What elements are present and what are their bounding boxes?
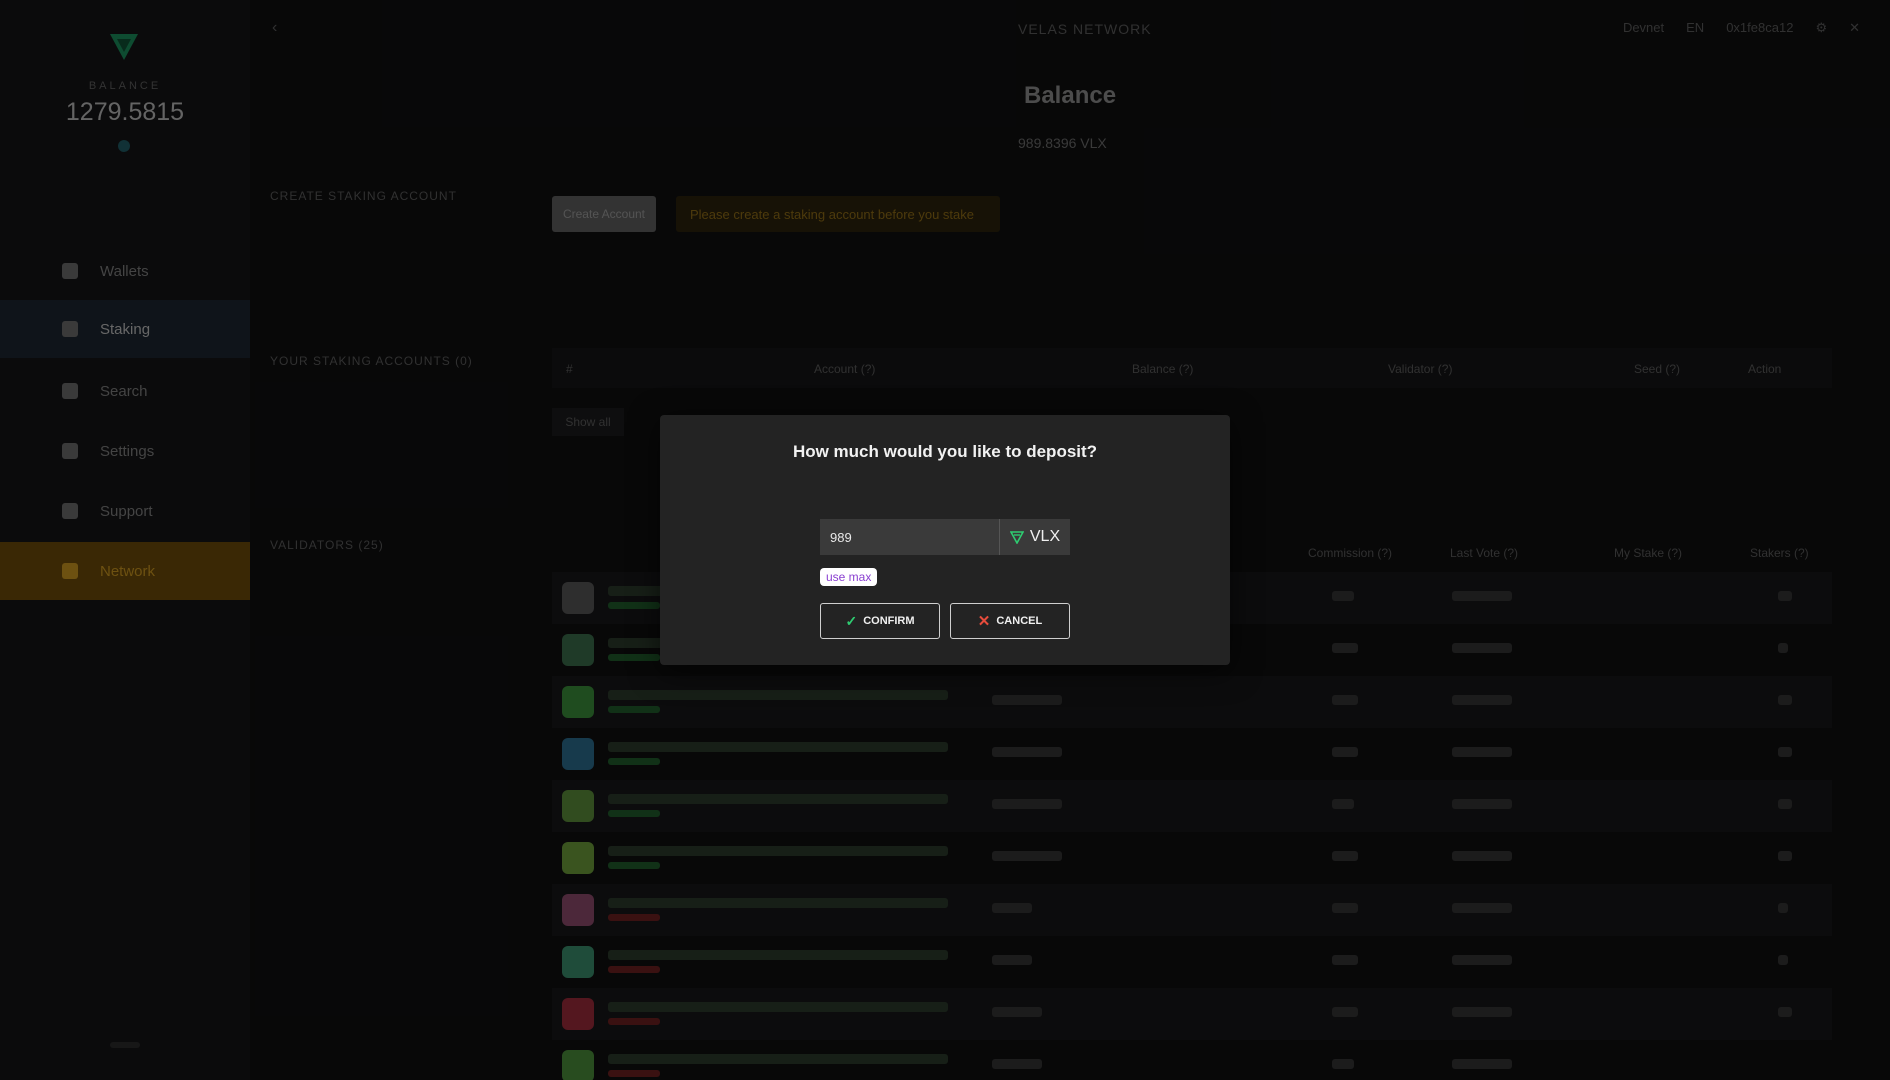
deposit-dialog: How much would you like to deposit? VLX … [660,415,1230,665]
token-symbol: VLX [1029,528,1061,545]
cancel-label: CANCEL [996,615,1043,627]
cancel-button[interactable]: ✕ CANCEL [950,603,1070,639]
confirm-label: CONFIRM [863,615,915,627]
amount-field-group: VLX [820,519,1070,555]
confirm-button[interactable]: ✓ CONFIRM [820,603,940,639]
use-max-button[interactable]: use max [820,568,878,586]
check-icon: ✓ [845,612,858,629]
velas-token-icon [1009,531,1024,544]
amount-input[interactable] [820,519,1000,555]
dialog-title: How much would you like to deposit? [792,442,1098,461]
token-selector: VLX [1000,519,1070,555]
close-icon: ✕ [977,613,991,630]
